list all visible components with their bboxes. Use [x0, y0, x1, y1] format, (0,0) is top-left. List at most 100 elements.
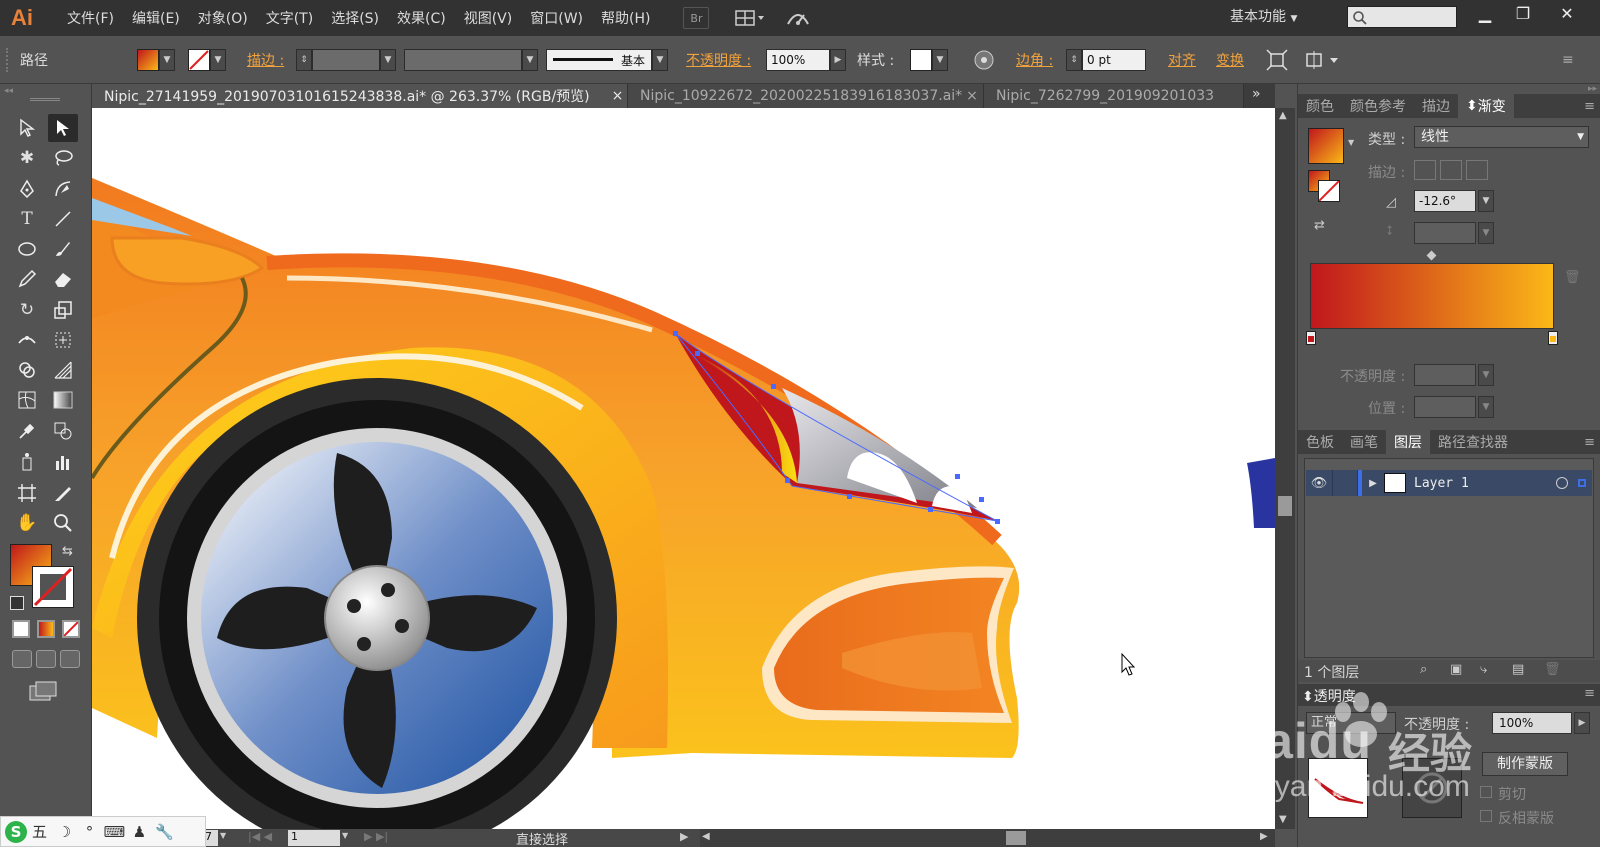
symbol-sprayer-tool-icon[interactable] [12, 448, 42, 476]
gpu-performance-icon[interactable] [783, 7, 813, 29]
blend-tool-icon[interactable] [48, 417, 78, 445]
width-tool-icon[interactable] [12, 326, 42, 354]
chevron-down-icon[interactable]: ▼ [1478, 222, 1494, 244]
transparency-opacity-field[interactable]: 100% [1492, 712, 1572, 734]
tab-layers[interactable]: 图层 [1386, 430, 1430, 454]
opacity-field[interactable]: 100% ▶ [766, 48, 846, 72]
lock-toggle[interactable] [1332, 470, 1358, 496]
tab-document-2[interactable]: Nipic_10922672_20200225183916183037.ai* … [628, 84, 984, 108]
car-illustration[interactable] [92, 108, 1275, 829]
scroll-thumb[interactable] [1278, 496, 1292, 516]
gradient-mode-icon[interactable] [37, 620, 55, 638]
draw-normal-icon[interactable] [12, 650, 32, 668]
default-fill-stroke-icon[interactable] [10, 596, 24, 610]
curvature-tool-icon[interactable] [48, 175, 78, 203]
scroll-up-icon[interactable]: ▲ [1279, 110, 1287, 121]
mask-thumbnail[interactable] [1402, 758, 1462, 818]
stroke-weight-field[interactable]: ⇕ ▼ [296, 48, 396, 72]
new-sublayer-icon[interactable]: ⤷ [1480, 662, 1487, 677]
sogou-logo-icon[interactable]: S [5, 820, 27, 843]
stroke-within-icon[interactable] [1414, 160, 1436, 180]
chevron-down-icon[interactable]: ▼ [1348, 138, 1354, 147]
tab-pathfinder[interactable]: 路径查找器 [1430, 430, 1516, 454]
arrange-documents-icon[interactable] [731, 7, 769, 29]
scroll-down-icon[interactable]: ▼ [1279, 814, 1287, 825]
tools-grip[interactable] [30, 98, 60, 101]
gradient-aspect-field[interactable] [1414, 222, 1476, 244]
menu-select[interactable]: 选择(S) [322, 8, 388, 28]
menu-type[interactable]: 文字(T) [257, 8, 322, 28]
minimize-button[interactable]: ▁ [1466, 0, 1504, 26]
gradient-angle-field[interactable]: -12.6° [1414, 190, 1476, 212]
layer-row[interactable]: 👁 ▶ Layer 1 [1306, 470, 1592, 496]
line-segment-tool-icon[interactable] [48, 205, 78, 233]
pen-tool-icon[interactable] [12, 175, 42, 203]
gradient-midpoint-handle[interactable] [1426, 250, 1437, 261]
menu-effect[interactable]: 效果(C) [388, 8, 455, 28]
pencil-tool-icon[interactable] [12, 265, 42, 293]
gradient-stop-end[interactable] [1548, 331, 1558, 345]
draw-inside-icon[interactable] [60, 650, 80, 668]
eraser-tool-icon[interactable] [48, 265, 78, 293]
rotate-tool-icon[interactable]: ↻ [12, 296, 42, 324]
select-similar-icon[interactable] [1304, 48, 1340, 72]
tab-gradient[interactable]: ⬍ 渐变 [1458, 94, 1514, 118]
make-mask-button[interactable]: 制作蒙版 [1482, 752, 1568, 776]
help-search-input[interactable] [1347, 6, 1457, 28]
chevron-right-icon[interactable]: ▶ [1574, 712, 1590, 734]
transparency-title[interactable]: ⬍透明度 [1302, 686, 1356, 706]
first-artboard-icon[interactable]: |◀ ◀ [248, 830, 272, 843]
ellipse-tool-icon[interactable] [12, 235, 42, 263]
menu-window[interactable]: 窗口(W) [521, 8, 592, 28]
panel-menu-icon[interactable]: ≡ [1562, 48, 1574, 72]
panel-menu-icon[interactable]: ≡ [1584, 99, 1600, 114]
lasso-tool-icon[interactable] [48, 144, 78, 172]
status-menu-icon[interactable]: ▶ [680, 830, 688, 843]
hand-tool-icon[interactable]: ✋ [12, 509, 42, 537]
tab-document-1[interactable]: Nipic_27141959_20190703101615243838.ai* … [92, 84, 628, 108]
collapse-panel-icon[interactable]: ▸▸ [1588, 84, 1597, 94]
tab-stroke[interactable]: 描边 [1414, 94, 1458, 118]
scroll-thumb[interactable] [1006, 831, 1026, 845]
menu-help[interactable]: 帮助(H) [592, 8, 659, 28]
grip-handle[interactable] [6, 48, 10, 72]
tab-swatches[interactable]: 色板 [1298, 430, 1342, 454]
gradient-slider[interactable] [1310, 263, 1554, 329]
gradient-tool-icon[interactable] [48, 386, 78, 414]
opacity-value[interactable]: 100% [766, 49, 830, 71]
paintbrush-tool-icon[interactable] [48, 235, 78, 263]
scroll-right-icon[interactable]: ▶ [1260, 831, 1268, 842]
chevron-down-icon[interactable]: ▼ [1478, 364, 1494, 386]
none-mode-icon[interactable] [62, 620, 80, 638]
invert-mask-checkbox[interactable] [1480, 810, 1492, 822]
new-layer-icon[interactable]: ▤ [1512, 662, 1524, 677]
draw-behind-icon[interactable] [36, 650, 56, 668]
perspective-grid-tool-icon[interactable] [48, 356, 78, 384]
tab-brushes[interactable]: 画笔 [1342, 430, 1386, 454]
restore-button[interactable]: ❐ [1504, 0, 1542, 26]
swap-fill-stroke-icon[interactable]: ⇆ [62, 544, 73, 559]
scale-tool-icon[interactable] [48, 296, 78, 324]
menu-edit[interactable]: 编辑(E) [123, 8, 189, 28]
panel-menu-icon[interactable]: ≡ [1584, 435, 1600, 450]
punctuation-icon[interactable]: ° [77, 823, 102, 841]
artboard-number-field[interactable]: 1 [288, 830, 340, 846]
corner-value[interactable]: 0 pt [1082, 49, 1146, 71]
make-clipping-mask-icon[interactable]: ▣ [1450, 662, 1462, 677]
mesh-tool-icon[interactable] [12, 386, 42, 414]
fill-swatch[interactable]: ▼ [137, 48, 175, 72]
panel-menu-icon[interactable]: ≡ [1584, 686, 1595, 701]
eye-icon[interactable]: 👁 [1306, 476, 1332, 491]
slice-tool-icon[interactable] [48, 479, 78, 507]
artboard-canvas[interactable] [92, 108, 1275, 829]
corner-label[interactable]: 边角 : [1016, 48, 1053, 72]
selection-tool-icon[interactable] [12, 114, 42, 142]
settings-wrench-icon[interactable]: 🔧 [152, 823, 177, 841]
brush-definition[interactable]: 基本 ▼ [546, 48, 668, 72]
input-mode-wubi[interactable]: 五 [27, 821, 52, 842]
bridge-icon[interactable]: Br [683, 7, 710, 29]
vertical-scrollbar[interactable]: ▲ ▼ [1275, 108, 1295, 829]
close-icon[interactable]: × [966, 88, 978, 104]
type-tool-icon[interactable]: T [12, 205, 42, 233]
free-transform-tool-icon[interactable] [48, 326, 78, 354]
